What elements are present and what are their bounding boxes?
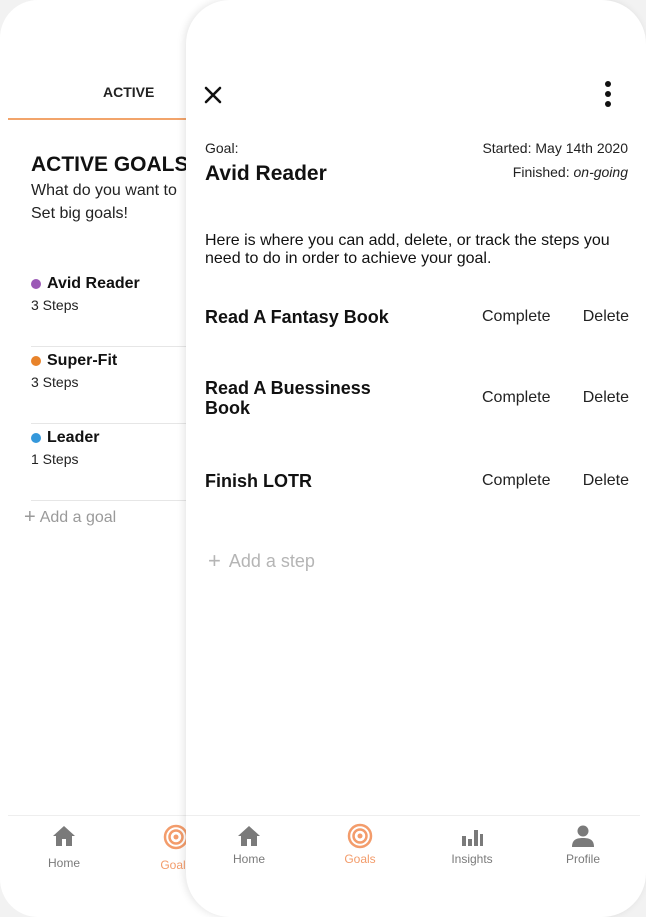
close-button[interactable] bbox=[202, 84, 224, 106]
nav-label: Profile bbox=[565, 852, 600, 866]
add-goal-label: Add a goal bbox=[39, 509, 117, 526]
step-name: Finish LOTR bbox=[205, 471, 312, 491]
add-step-button[interactable]: + Add a step bbox=[208, 548, 315, 574]
close-icon bbox=[204, 86, 222, 104]
goal-name: Avid Reader bbox=[205, 162, 327, 185]
goal-color-dot bbox=[31, 433, 41, 443]
complete-button[interactable]: Complete bbox=[482, 472, 550, 490]
bar-chart-icon bbox=[462, 830, 483, 846]
nav-home[interactable]: Home bbox=[214, 823, 284, 866]
add-step-label: Add a step bbox=[228, 551, 315, 571]
more-options-button[interactable] bbox=[598, 80, 618, 110]
more-vertical-icon bbox=[605, 81, 611, 107]
goal-label: Goal: bbox=[205, 140, 239, 156]
goal-item-name: Avid Reader bbox=[47, 275, 140, 292]
complete-button[interactable]: Complete bbox=[482, 308, 550, 326]
delete-button[interactable]: Delete bbox=[583, 308, 629, 326]
finished-label: Finished: bbox=[512, 164, 574, 180]
tab-active-label: ACTIVE bbox=[103, 84, 155, 100]
nav-label: Home bbox=[232, 852, 265, 866]
add-goal-button[interactable]: + Add a goal bbox=[24, 506, 116, 529]
nav-label: Insights bbox=[451, 852, 493, 866]
step-row: Read A Buessiness Book Complete Delete bbox=[205, 377, 629, 419]
bottom-nav: Home Goals Insights Profile bbox=[186, 815, 640, 885]
step-name: Read A Buessiness Book bbox=[205, 378, 371, 418]
complete-button[interactable]: Complete bbox=[482, 389, 550, 407]
started-date: Started: May 14th 2020 bbox=[482, 140, 628, 156]
active-goals-heading: ACTIVE GOALS bbox=[31, 153, 189, 176]
goal-color-dot bbox=[31, 279, 41, 289]
nav-label: Goals bbox=[344, 852, 376, 866]
goal-description: Here is where you can add, delete, or tr… bbox=[205, 232, 610, 267]
delete-button[interactable]: Delete bbox=[583, 389, 629, 407]
nav-profile[interactable]: Profile bbox=[548, 823, 618, 866]
goal-color-dot bbox=[31, 356, 41, 366]
background-nav-home[interactable]: Home bbox=[44, 824, 84, 870]
plus-icon: + bbox=[208, 548, 221, 573]
home-icon bbox=[53, 826, 75, 846]
nav-goals[interactable]: Goals bbox=[325, 823, 395, 866]
goal-item-name: Leader bbox=[47, 429, 100, 446]
goal-item-name: Super-Fit bbox=[47, 352, 118, 369]
nav-label: Home bbox=[47, 856, 80, 870]
active-goals-subtitle-2: Set big goals! bbox=[31, 205, 128, 222]
target-icon bbox=[347, 823, 373, 849]
active-goals-subtitle: What do you want to bbox=[31, 182, 177, 199]
nav-insights[interactable]: Insights bbox=[437, 823, 507, 866]
finished-value: on-going bbox=[573, 164, 629, 180]
step-row: Finish LOTR Complete Delete bbox=[205, 468, 629, 494]
person-icon bbox=[572, 825, 594, 847]
plus-icon: + bbox=[24, 506, 36, 528]
step-row: Read A Fantasy Book Complete Delete bbox=[205, 304, 629, 330]
delete-button[interactable]: Delete bbox=[583, 472, 629, 490]
goal-detail-screen: Goal: Avid Reader Started: May 14th 2020… bbox=[186, 0, 646, 917]
finished-status: Finished: on-going bbox=[513, 164, 628, 180]
home-icon bbox=[238, 826, 260, 846]
step-name: Read A Fantasy Book bbox=[205, 307, 389, 327]
